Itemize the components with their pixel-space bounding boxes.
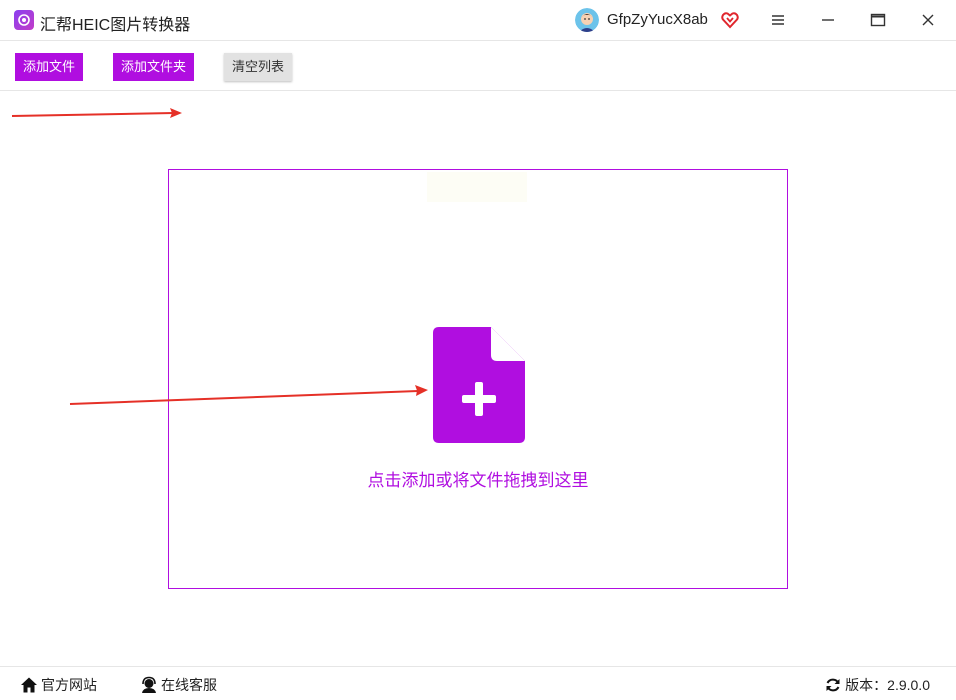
user-name[interactable]: GfpZyYucX8ab xyxy=(607,11,708,28)
app-title: 汇帮HEIC图片转换器 xyxy=(40,17,191,34)
add-folder-button[interactable]: 添加文件夹 xyxy=(113,53,195,81)
close-button[interactable] xyxy=(916,8,940,32)
official-site-label: 官方网站 xyxy=(41,677,97,693)
menu-button[interactable] xyxy=(766,8,790,32)
minimize-button[interactable] xyxy=(816,8,840,32)
version-value: 2.9.0.0 xyxy=(887,677,930,693)
faint-placeholder xyxy=(427,172,527,202)
menu-icon xyxy=(772,15,784,25)
refresh-icon xyxy=(826,678,840,692)
version-label: 版本： xyxy=(845,677,888,693)
minimize-icon xyxy=(822,19,834,21)
add-file-icon xyxy=(433,327,525,443)
drop-zone[interactable]: 点击添加或将文件拖拽到这里 xyxy=(168,169,788,589)
maximize-icon xyxy=(870,13,886,27)
annotation-arrow-top xyxy=(11,108,182,118)
online-service-label: 在线客服 xyxy=(161,677,217,693)
drop-hint-text: 点击添加或将文件拖拽到这里 xyxy=(367,471,589,490)
footer: 官方网站 在线客服 版本： 2.9.0.0 xyxy=(0,666,956,700)
clear-list-button[interactable]: 清空列表 xyxy=(224,53,293,81)
avatar[interactable] xyxy=(575,8,599,32)
close-icon xyxy=(922,14,934,26)
maximize-button[interactable] xyxy=(866,8,890,32)
official-site-link[interactable]: 官方网站 xyxy=(20,675,97,695)
version-info[interactable]: 版本： 2.9.0.0 xyxy=(825,675,930,695)
online-service-link[interactable]: 在线客服 xyxy=(140,675,217,695)
home-icon xyxy=(21,677,37,693)
app-logo-icon xyxy=(14,10,34,30)
headset-icon xyxy=(142,676,156,693)
title-bar: 汇帮HEIC图片转换器 GfpZyYucX8ab xyxy=(0,0,956,41)
add-file-button[interactable]: 添加文件 xyxy=(15,53,84,81)
vip-heart-icon[interactable] xyxy=(721,11,739,29)
toolbar: 添加文件 添加文件夹 清空列表 xyxy=(0,41,956,91)
